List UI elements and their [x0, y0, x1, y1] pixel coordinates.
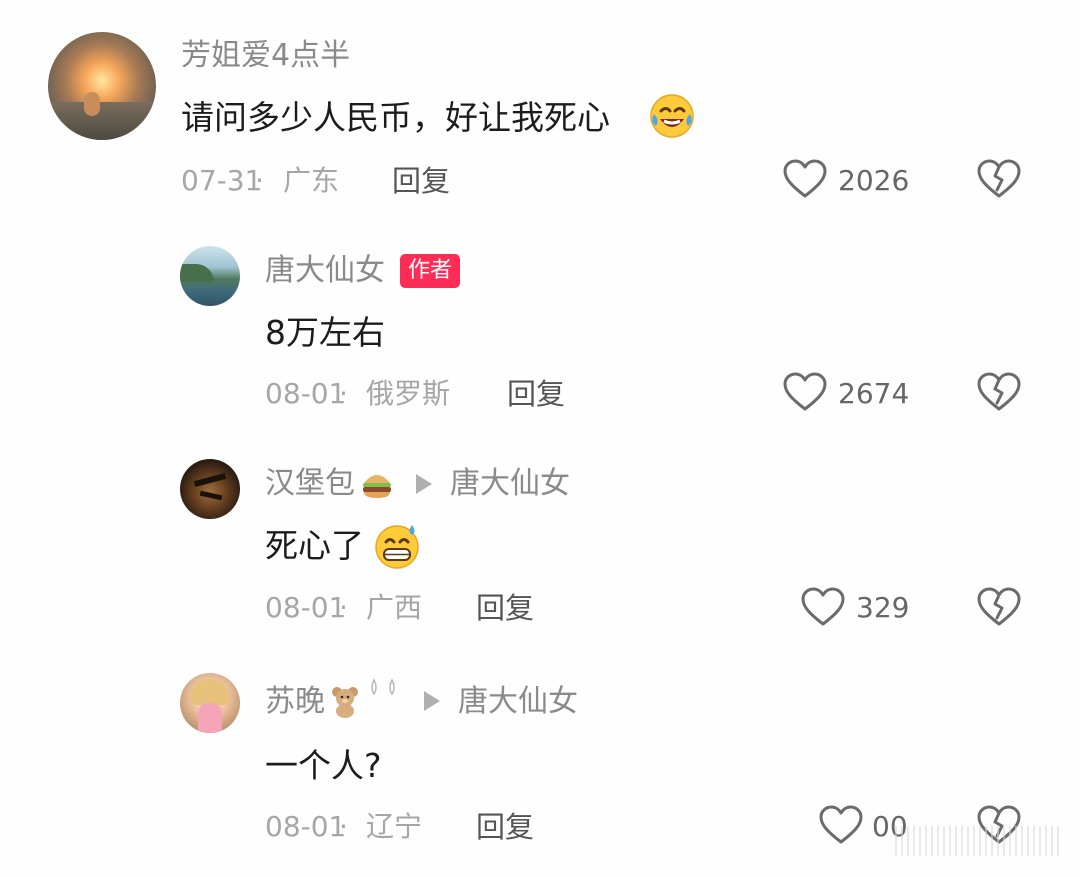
avatar[interactable] — [180, 673, 240, 733]
dislike-broken-heart-icon[interactable] — [976, 586, 1022, 628]
comment-text: 一个人? — [265, 744, 382, 788]
comment-username[interactable]: 苏晚 — [265, 682, 325, 722]
comment-location: 广西 — [366, 590, 422, 626]
comment-location: 俄罗斯 — [366, 376, 450, 412]
avatar[interactable] — [48, 32, 156, 140]
like-count: 329 — [856, 590, 909, 626]
reply-button[interactable]: 回复 — [507, 376, 565, 412]
avatar[interactable] — [180, 459, 240, 519]
heart-icon[interactable] — [800, 586, 846, 628]
sparkle-decoration-icon — [366, 676, 404, 702]
avatar[interactable] — [180, 246, 240, 306]
meta-separator: · — [255, 163, 264, 199]
comment-username[interactable]: 唐大仙女 — [265, 251, 385, 291]
comment-username[interactable]: 汉堡包 — [265, 464, 355, 504]
watermark — [895, 826, 1060, 856]
teddy-bear-icon — [328, 684, 362, 718]
reply-to-username[interactable]: 唐大仙女 — [458, 682, 578, 722]
heart-icon[interactable] — [782, 158, 828, 200]
meta-separator: · — [339, 376, 348, 412]
reply-button[interactable]: 回复 — [392, 163, 450, 199]
comment-date: 07-31 — [181, 163, 262, 199]
comment-location: 辽宁 — [366, 809, 422, 845]
face-with-tears-of-joy-icon — [648, 92, 696, 140]
reply-button[interactable]: 回复 — [476, 809, 534, 845]
grinning-face-with-sweat-icon — [372, 520, 422, 570]
comment-date: 08-01 — [265, 809, 346, 845]
comment-text: 8万左右 — [265, 311, 385, 355]
author-badge: 作者 — [400, 254, 460, 288]
reply-arrow-icon — [416, 474, 432, 494]
dislike-broken-heart-icon[interactable] — [976, 371, 1022, 413]
heart-icon[interactable] — [782, 371, 828, 413]
heart-icon[interactable] — [818, 804, 864, 846]
reply-button[interactable]: 回复 — [476, 590, 534, 626]
like-count: 2026 — [838, 163, 909, 199]
dislike-broken-heart-icon[interactable] — [976, 158, 1022, 200]
comment-username[interactable]: 芳姐爱4点半 — [181, 36, 350, 76]
comment-location: 广东 — [283, 163, 339, 199]
reply-arrow-icon — [424, 691, 440, 711]
comment-text: 请问多少人民币，好让我死心 — [181, 96, 610, 140]
like-count: 2674 — [838, 376, 909, 412]
meta-separator: · — [339, 809, 348, 845]
comment-date: 08-01 — [265, 376, 346, 412]
reply-to-username[interactable]: 唐大仙女 — [450, 464, 570, 504]
comment-text: 死心了 — [265, 524, 364, 568]
comment-date: 08-01 — [265, 590, 346, 626]
meta-separator: · — [339, 590, 348, 626]
hamburger-icon — [360, 468, 394, 502]
